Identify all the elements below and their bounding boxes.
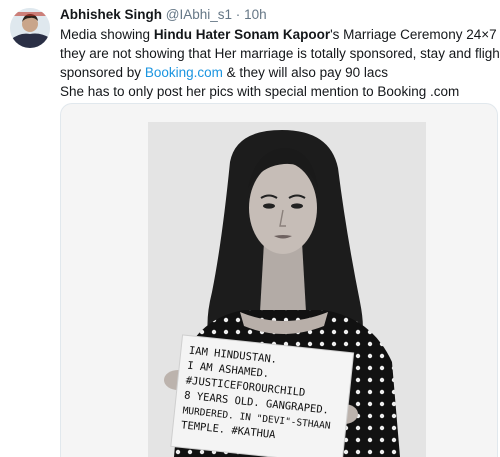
text-segment: Media showing [60,27,154,42]
tweet-media[interactable]: IAM HINDUSTAN. I AM ASHAMED. #JUSTICEFOR… [60,103,498,457]
tweet-line-3: sponsored by Booking.com & they will als… [60,63,496,82]
author-handle[interactable]: @IAbhi_s1 [166,7,232,22]
bold-segment: Hindu Hater Sonam Kapoor [153,27,331,42]
booking-link[interactable]: Booking.com [145,65,223,80]
author-name[interactable]: Abhishek Singh [60,7,162,22]
tweet-line-4: She has to only post her pics with speci… [60,84,460,99]
tweet-line-1: Media showing Hindu Hater Sonam Kapoor's… [60,25,500,44]
text-segment: & they will also pay 90 lacs [222,65,388,80]
avatar-image [10,8,50,48]
tweet-header: Abhishek Singh @IAbhi_s1 · 10h [60,6,490,23]
tweet-photo: IAM HINDUSTAN. I AM ASHAMED. #JUSTICEFOR… [148,122,426,457]
author-avatar[interactable] [10,8,50,48]
text-segment: sponsored by [60,65,145,80]
time-separator: · [235,7,241,22]
tweet-text: Media showing Hindu Hater Sonam Kapoor's… [60,25,500,101]
text-segment: 's Marriage Ceremony 24×7 but [330,27,500,42]
tweet-time[interactable]: 10h [244,7,267,22]
tweet-line-2: they are not showing that Her marriage i… [60,46,500,61]
